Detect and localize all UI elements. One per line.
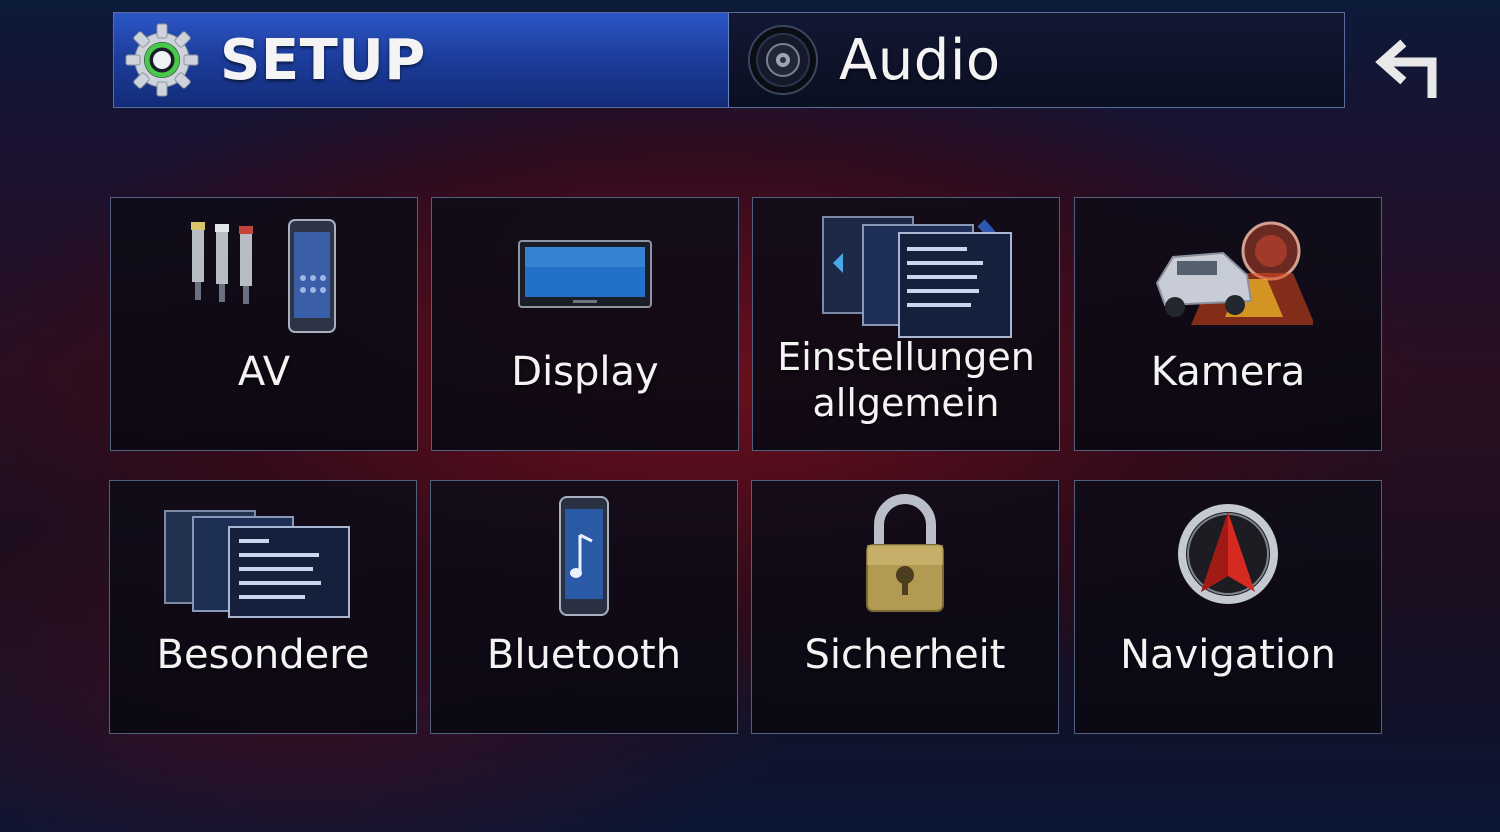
tile-av-label: AV <box>237 349 291 395</box>
general-settings-screens-icon <box>753 198 1059 348</box>
tile-av[interactable]: AV <box>110 197 418 451</box>
padlock-icon <box>752 481 1058 631</box>
tile-display[interactable]: Display <box>431 197 739 451</box>
back-button[interactable] <box>1360 26 1456 116</box>
rear-camera-car-icon <box>1075 198 1381 348</box>
display-monitor-icon <box>432 198 738 348</box>
bluetooth-phone-icon <box>431 481 737 631</box>
tile-kamera[interactable]: Kamera <box>1074 197 1382 451</box>
speaker-icon <box>748 25 818 95</box>
gear-icon <box>125 23 199 97</box>
tab-audio-label: Audio <box>839 27 1001 93</box>
tile-sicherheit-label: Sicherheit <box>804 632 1006 678</box>
tile-kamera-label: Kamera <box>1150 349 1306 395</box>
tile-einstellungen-allgemein[interactable]: Einstellungen allgemein <box>752 197 1060 451</box>
tab-audio[interactable]: Audio <box>729 13 1344 107</box>
special-screens-icon <box>110 481 416 631</box>
tab-setup[interactable]: SETUP <box>114 13 729 107</box>
back-arrow-icon <box>1375 39 1437 98</box>
tile-einstellungen-allgemein-label: Einstellungen allgemein <box>777 335 1035 425</box>
tile-bluetooth[interactable]: Bluetooth <box>430 480 738 734</box>
tile-sicherheit[interactable]: Sicherheit <box>751 480 1059 734</box>
tile-navigation-label: Navigation <box>1120 632 1336 678</box>
tile-besondere[interactable]: Besondere <box>109 480 417 734</box>
tile-bluetooth-label: Bluetooth <box>486 632 682 678</box>
tile-display-label: Display <box>511 349 659 395</box>
navigation-compass-icon <box>1075 481 1381 631</box>
av-cables-phone-icon <box>111 198 417 348</box>
header-tab-bar: SETUP Audio <box>113 12 1345 108</box>
tile-navigation[interactable]: Navigation <box>1074 480 1382 734</box>
tab-setup-label: SETUP <box>220 27 426 93</box>
tile-besondere-label: Besondere <box>156 632 370 678</box>
